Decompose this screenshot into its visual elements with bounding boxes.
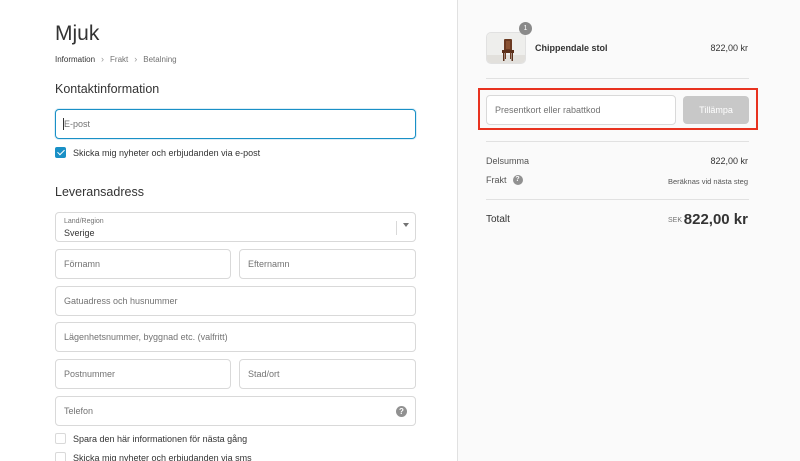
city-field[interactable]: Stad/ort	[239, 359, 416, 389]
shipping-row-label: Frakt ?	[486, 175, 523, 185]
product-price: 822,00 kr	[710, 43, 748, 53]
chevron-right-icon: ›	[134, 54, 138, 64]
apply-discount-button[interactable]: Tillämpa	[683, 96, 749, 124]
save-info-label: Spara den här informationen för nästa gå…	[73, 433, 248, 444]
postal-code-field[interactable]: Postnummer	[55, 359, 231, 389]
postal-code-placeholder: Postnummer	[64, 369, 116, 379]
phone-field[interactable]: Telefon ?	[55, 396, 416, 426]
discount-placeholder: Presentkort eller rabattkod	[495, 105, 601, 115]
order-summary: 1 Chippendale stol 822,00 kr Presentkort…	[457, 0, 800, 461]
email-field[interactable]: E-post	[55, 109, 416, 139]
question-circle-icon[interactable]: ?	[396, 406, 407, 417]
last-name-field[interactable]: Efternamn	[239, 249, 416, 279]
product-name: Chippendale stol	[535, 43, 608, 53]
chevron-right-icon: ›	[101, 54, 105, 64]
apartment-placeholder: Lägenhetsnummer, byggnad etc. (valfritt)	[64, 332, 228, 342]
quantity-badge: 1	[519, 22, 532, 35]
chair-image	[487, 33, 525, 63]
apartment-field[interactable]: Lägenhetsnummer, byggnad etc. (valfritt)	[55, 322, 416, 352]
shipping-value: Beräknas vid nästa steg	[667, 177, 748, 186]
total-label: Totalt	[486, 214, 510, 225]
first-name-field[interactable]: Förnamn	[55, 249, 231, 279]
subtotal-value: 822,00 kr	[710, 156, 748, 166]
city-placeholder: Stad/ort	[248, 369, 280, 379]
newsletter-email-checkbox[interactable]	[55, 147, 66, 158]
first-name-placeholder: Förnamn	[64, 259, 101, 269]
breadcrumb: Information › Frakt › Betalning	[55, 54, 177, 64]
divider	[486, 141, 749, 142]
breadcrumb-information[interactable]: Information	[55, 55, 95, 64]
total-amount: 822,00 kr	[683, 211, 748, 228]
select-divider	[396, 221, 397, 235]
email-placeholder: E-post	[64, 119, 91, 129]
divider	[486, 78, 749, 79]
shop-title[interactable]: Mjuk	[55, 22, 99, 46]
chevron-down-icon	[403, 223, 409, 227]
country-value: Sverige	[64, 228, 95, 238]
country-label: Land/Region	[64, 218, 104, 225]
phone-placeholder: Telefon	[64, 406, 94, 416]
checkout-main: Mjuk Information › Frakt › Betalning Kon…	[0, 0, 457, 461]
shipping-label: Frakt	[486, 175, 507, 185]
newsletter-sms-row[interactable]: Skicka mig nyheter och erbjudanden via s…	[55, 452, 252, 461]
address-placeholder: Gatuadress och husnummer	[64, 296, 178, 306]
newsletter-email-row[interactable]: Skicka mig nyheter och erbjudanden via e…	[55, 147, 260, 158]
discount-code-input[interactable]: Presentkort eller rabattkod	[486, 95, 676, 125]
save-info-checkbox[interactable]	[55, 433, 66, 444]
contact-section-title: Kontaktinformation	[55, 82, 160, 96]
question-circle-icon[interactable]: ?	[512, 175, 523, 185]
subtotal-label: Delsumma	[486, 156, 530, 166]
divider	[486, 199, 749, 200]
address-field[interactable]: Gatuadress och husnummer	[55, 286, 416, 316]
newsletter-email-label: Skicka mig nyheter och erbjudanden via e…	[73, 147, 261, 158]
breadcrumb-payment: Betalning	[143, 54, 177, 64]
product-thumbnail	[486, 32, 526, 64]
shipping-section-title: Leveransadress	[55, 185, 144, 199]
newsletter-sms-label: Skicka mig nyheter och erbjudanden via s…	[73, 452, 252, 461]
total-currency: SEK	[667, 217, 682, 224]
last-name-placeholder: Efternamn	[248, 259, 290, 269]
save-info-row[interactable]: Spara den här informationen för nästa gå…	[55, 433, 247, 444]
breadcrumb-shipping: Frakt	[110, 54, 129, 64]
country-select[interactable]: Land/Region Sverige	[55, 212, 416, 242]
newsletter-sms-checkbox[interactable]	[55, 452, 66, 461]
